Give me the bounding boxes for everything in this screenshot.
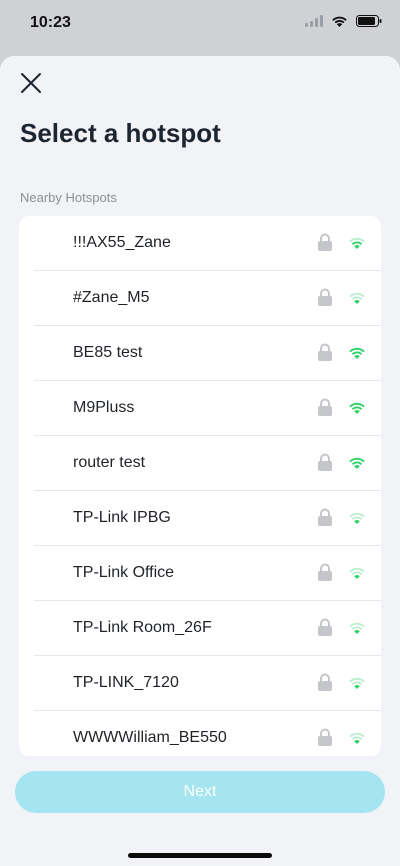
- hotspot-row[interactable]: M9Pluss: [34, 381, 381, 436]
- hotspot-name: WWWWilliam_BE550: [73, 729, 227, 746]
- lock-icon: [318, 618, 332, 636]
- hotspot-row[interactable]: WWWWilliam_BE550: [34, 711, 381, 756]
- status-icons: [305, 15, 382, 27]
- wifi-signal-icon: [349, 402, 365, 414]
- wifi-signal-icon: [349, 622, 365, 634]
- lock-icon: [318, 728, 332, 746]
- hotspot-name: #Zane_M5: [73, 289, 150, 306]
- wifi-signal-icon: [349, 292, 365, 304]
- wifi-signal-icon: [349, 512, 365, 524]
- lock-icon: [318, 673, 332, 691]
- wifi-signal-icon: [349, 567, 365, 579]
- hotspot-list: !!!AX55_Zane #Zane_M5 BE85 test M9Pluss rout…: [19, 216, 381, 756]
- home-indicator: [128, 853, 272, 858]
- lock-icon: [318, 563, 332, 581]
- next-button[interactable]: Next: [15, 771, 385, 813]
- wifi-signal-icon: [349, 237, 365, 249]
- hotspot-row[interactable]: BE85 test: [34, 326, 381, 381]
- lock-icon: [318, 508, 332, 526]
- hotspot-name: BE85 test: [73, 344, 143, 361]
- wifi-signal-icon: [349, 677, 365, 689]
- wifi-status-icon: [332, 16, 347, 27]
- wifi-signal-icon: [349, 347, 365, 359]
- hotspot-sheet: Select a hotspot Nearby Hotspots !!!AX55…: [0, 56, 400, 866]
- lock-icon: [318, 233, 332, 251]
- cellular-signal-icon: [305, 15, 323, 27]
- status-time: 10:23: [30, 14, 71, 31]
- hotspot-name: !!!AX55_Zane: [73, 234, 171, 251]
- hotspot-name: router test: [73, 454, 146, 471]
- lock-icon: [318, 343, 332, 361]
- lock-icon: [318, 398, 332, 416]
- hotspot-row[interactable]: #Zane_M5: [34, 271, 381, 326]
- hotspot-row[interactable]: !!!AX55_Zane: [34, 216, 381, 271]
- wifi-signal-icon: [349, 732, 365, 744]
- section-label: Nearby Hotspots: [20, 190, 117, 205]
- hotspot-row[interactable]: TP-Link Room_26F: [34, 601, 381, 656]
- battery-icon: [356, 15, 382, 27]
- status-bar: 10:23: [0, 0, 400, 48]
- wifi-signal-icon: [349, 457, 365, 469]
- lock-icon: [318, 453, 332, 471]
- hotspot-name: TP-Link Office: [73, 564, 175, 581]
- lock-icon: [318, 288, 332, 306]
- hotspot-name: TP-Link Room_26F: [73, 619, 212, 636]
- close-icon[interactable]: [18, 70, 44, 96]
- hotspot-row[interactable]: router test: [34, 436, 381, 491]
- page-title: Select a hotspot: [20, 118, 221, 148]
- hotspot-row[interactable]: TP-LINK_7120: [34, 656, 381, 711]
- hotspot-row[interactable]: TP-Link IPBG: [34, 491, 381, 546]
- hotspot-name: TP-LINK_7120: [73, 674, 179, 691]
- hotspot-name: TP-Link IPBG: [73, 509, 171, 526]
- hotspot-row[interactable]: TP-Link Office: [34, 546, 381, 601]
- hotspot-name: M9Pluss: [73, 399, 135, 416]
